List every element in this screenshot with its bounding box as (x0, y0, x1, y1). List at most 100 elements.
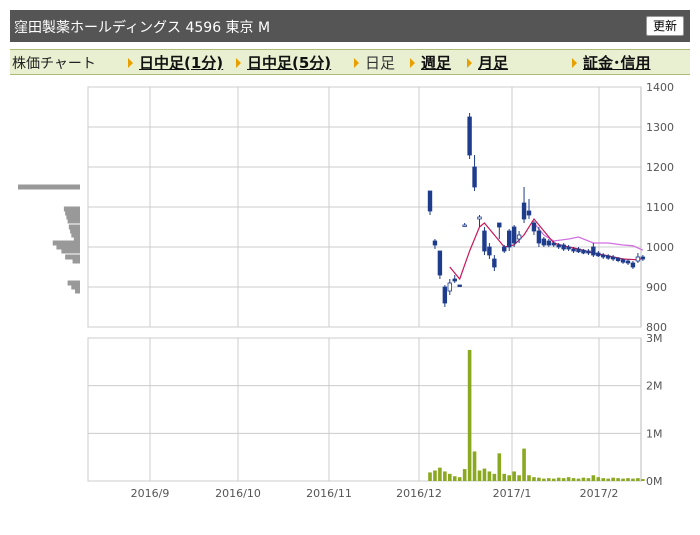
candle-body (531, 222, 537, 232)
candle-body (541, 238, 547, 246)
volume-bar (606, 478, 610, 481)
profile-bar (67, 218, 80, 224)
candle-body (615, 257, 621, 262)
candle-body (596, 252, 601, 257)
candle-body (447, 282, 452, 292)
volume-tick-label: 3M (646, 332, 663, 345)
volume-bar (631, 478, 635, 481)
candle-body (482, 230, 487, 252)
stock-chart: 140013001200110010009008003M2M1M0M2016/9… (18, 81, 674, 500)
date-tick-label: 2017/2 (580, 487, 619, 500)
candle-body (521, 202, 527, 220)
candle-body (610, 256, 616, 260)
volume-bar (616, 478, 620, 481)
candle-body (581, 249, 586, 254)
candle-body (432, 240, 438, 246)
volume-bar (517, 475, 521, 481)
price-tick-label: 900 (646, 281, 667, 294)
profile-bar (18, 184, 80, 190)
candle-body (516, 234, 522, 240)
volume-bar (626, 478, 630, 481)
candle-body (502, 246, 507, 252)
candle-body (561, 244, 566, 250)
volume-bar (482, 468, 487, 481)
candle-body (536, 230, 542, 244)
price-volume-profile (18, 184, 80, 294)
ma-long-line (533, 222, 644, 251)
candle-body (556, 244, 561, 248)
volume-bar (641, 479, 645, 481)
volume-bar (433, 470, 437, 481)
volume-bar (502, 473, 507, 481)
price-tick-label: 1100 (646, 201, 674, 214)
candle-body (620, 259, 626, 263)
candle-body (477, 216, 482, 220)
volume-bar (448, 473, 452, 481)
candle-body (606, 255, 611, 259)
candle-body (526, 210, 532, 216)
volume-bar (561, 478, 566, 481)
date-tick-label: 2016/11 (306, 487, 352, 500)
volume-bar (591, 475, 596, 481)
volume-bar (467, 349, 472, 481)
candle-body (566, 246, 571, 250)
candle-body (601, 254, 606, 258)
volume-bar (507, 475, 511, 481)
volume-bar (512, 471, 516, 481)
candle-body (506, 230, 512, 248)
volume-bar (492, 473, 497, 481)
price-tick-label: 1400 (646, 81, 674, 94)
volume-bar (477, 470, 482, 481)
volume-bar (581, 477, 586, 481)
date-tick-label: 2016/9 (131, 487, 170, 500)
price-tick-label: 1000 (646, 241, 674, 254)
candle-body (452, 278, 457, 282)
volume-bar (443, 471, 447, 481)
volume-bar (547, 478, 551, 481)
candle-body (487, 246, 492, 256)
candle-body (551, 242, 556, 246)
candle-body (591, 246, 596, 256)
volume-bar (522, 448, 526, 481)
volume-bar (438, 467, 442, 481)
candle-body (511, 226, 517, 244)
candle-body (630, 262, 636, 268)
volume-bar (532, 477, 536, 481)
volume-tick-label: 2M (646, 380, 663, 393)
candle-body (546, 240, 551, 246)
profile-bar (72, 258, 80, 264)
volume-bar (566, 477, 571, 481)
candle-body (492, 258, 497, 268)
volume-tick-label: 0M (646, 475, 663, 488)
candle-body (427, 190, 433, 212)
candle-body (437, 250, 443, 276)
candle-body (576, 248, 581, 253)
volume-panel-border (87, 337, 642, 482)
volume-bar (596, 477, 601, 481)
ma-short-line (449, 217, 644, 281)
volume-bar (487, 471, 492, 481)
volume-tick-label: 1M (646, 427, 663, 440)
volume-bar (576, 478, 581, 481)
candle-body (625, 260, 631, 264)
candle-body (640, 256, 646, 260)
volume-bar (621, 478, 625, 481)
volume-bar (462, 469, 467, 481)
volume-grid (87, 337, 642, 482)
candle-body (635, 256, 641, 262)
volume-bar (537, 477, 541, 481)
candle-body (586, 250, 591, 254)
price-tick-label: 1300 (646, 121, 674, 134)
moving-average-lines (449, 217, 644, 281)
volume-bar (457, 477, 462, 481)
candle-body (462, 224, 467, 227)
date-tick-label: 2016/12 (396, 487, 442, 500)
candle-body (472, 166, 477, 188)
candle-body (442, 286, 448, 304)
candle-body (467, 116, 472, 156)
volume-bar (527, 475, 531, 481)
candle-body (497, 222, 502, 228)
volume-bar (497, 453, 502, 481)
profile-bar (61, 248, 80, 254)
profile-bar (75, 288, 80, 294)
